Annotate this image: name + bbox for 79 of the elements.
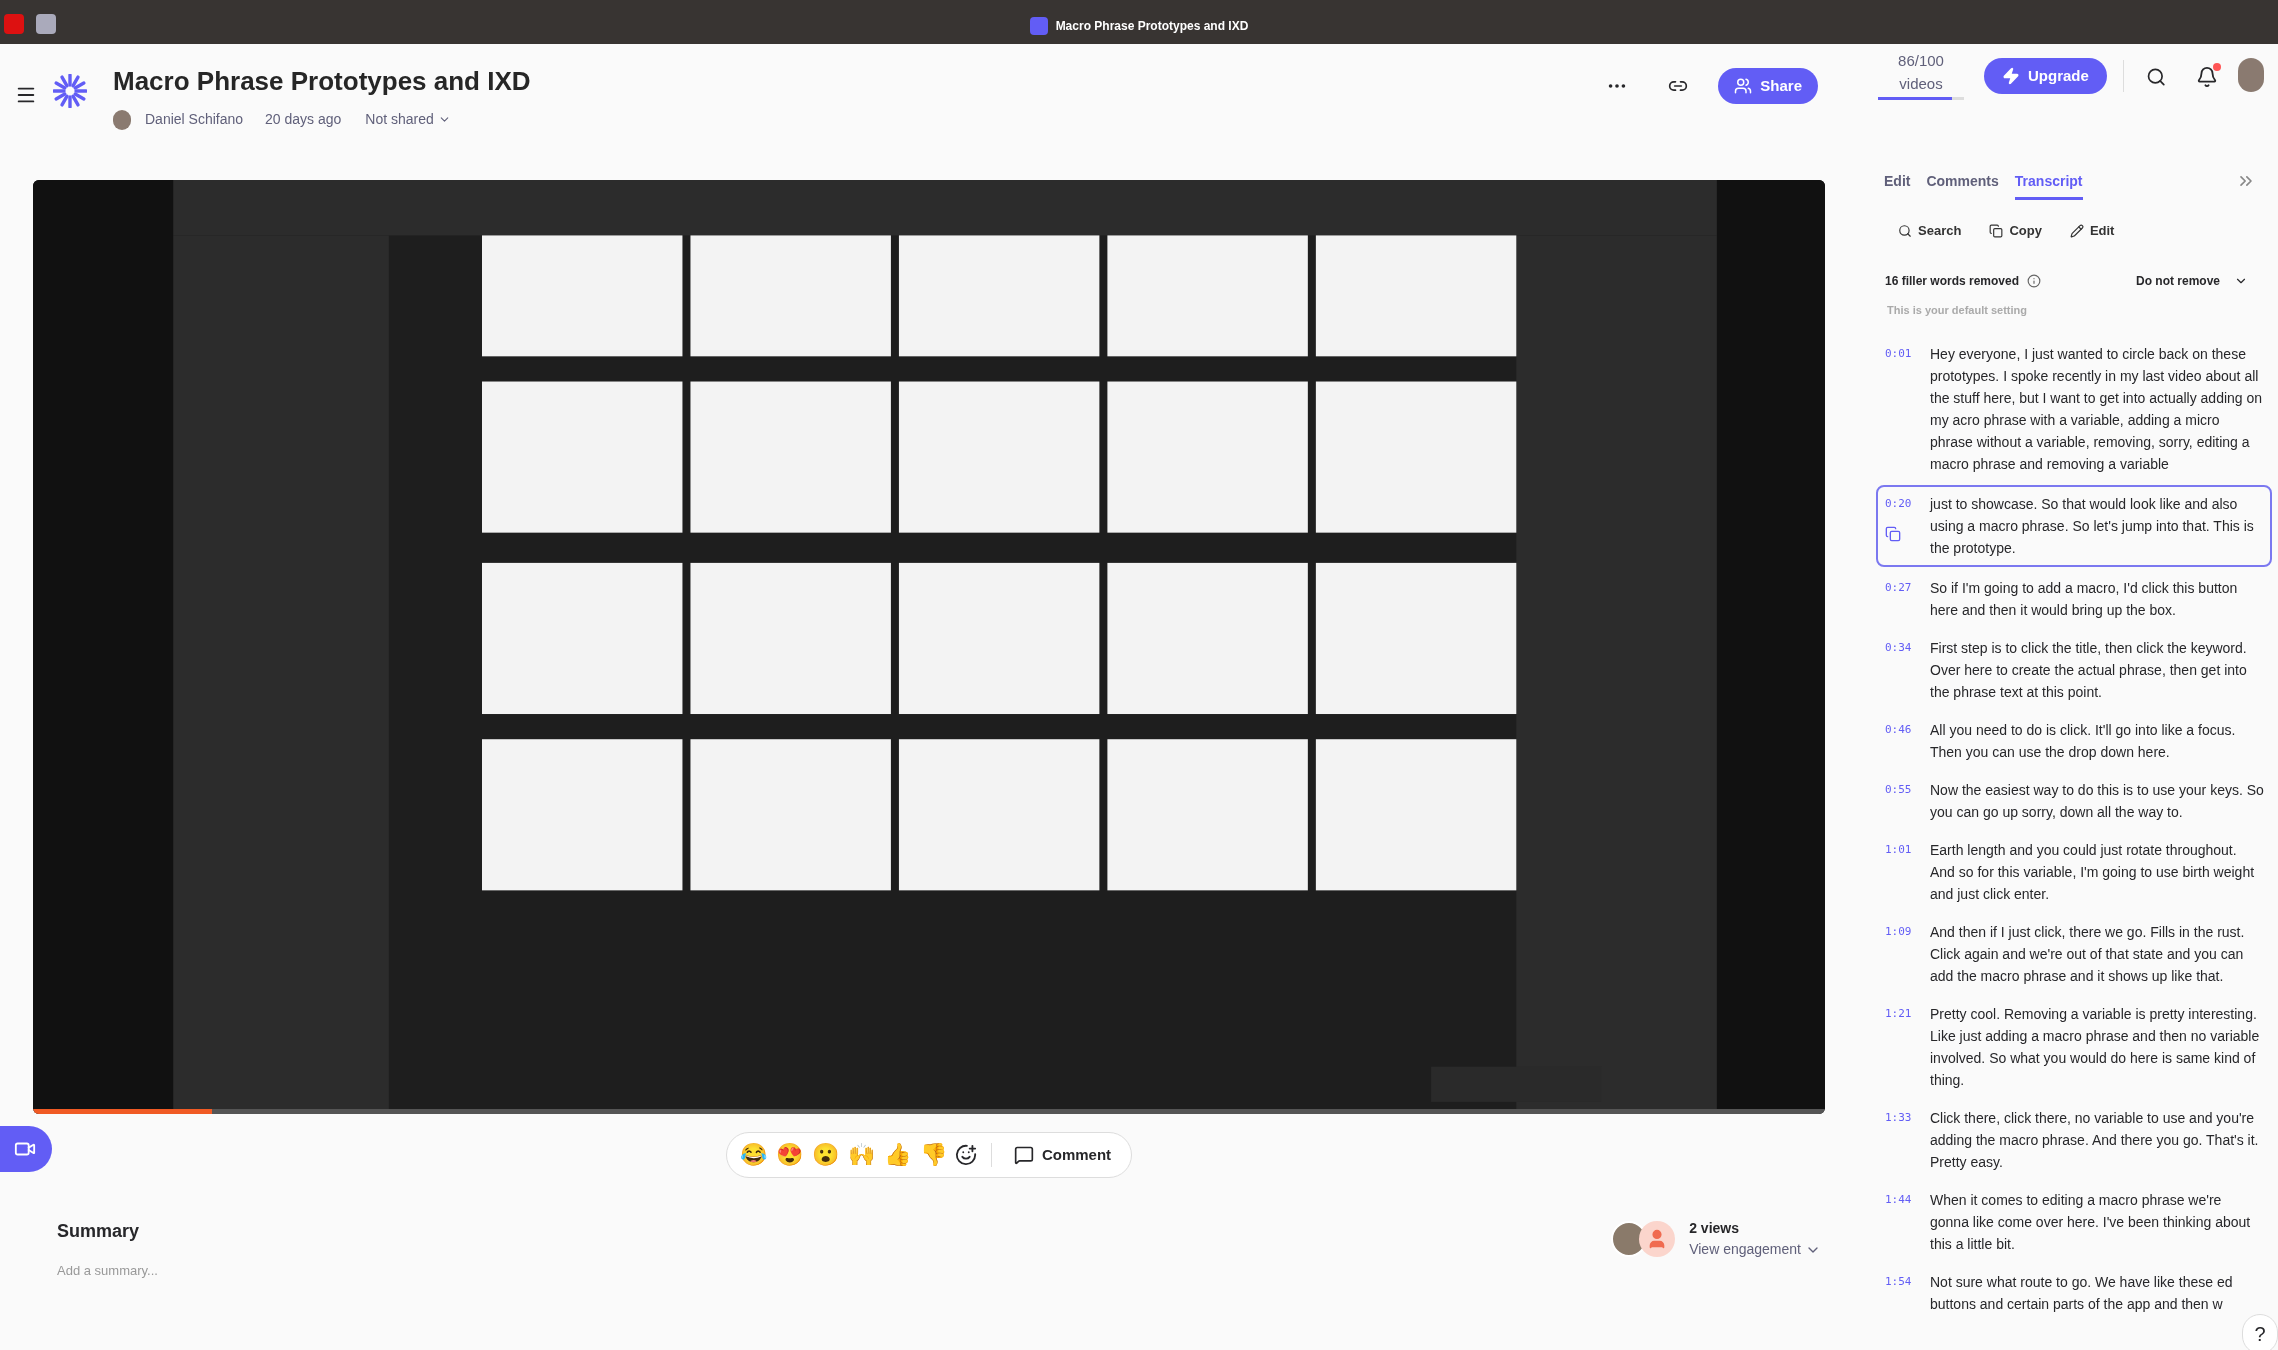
transcript-text: Not sure what route to go. We have like these ed bbox=[1930, 1272, 2233, 1292]
record-button[interactable] bbox=[0, 1126, 52, 1172]
app-icon[interactable] bbox=[36, 14, 56, 34]
transcript-segment[interactable]: 0:55 Now the easiest way to do this is to use your keys. So you can go up sorry, down all the way to. bbox=[1876, 776, 2272, 825]
engagement-dropdown[interactable]: View engagement bbox=[1689, 1239, 1821, 1260]
notification-icon[interactable] bbox=[2196, 66, 2219, 88]
transcript-segment[interactable]: 0:46 All you need to do is click. It'll go into like a focus. Then you can use the drop down here. bbox=[1876, 716, 2272, 765]
video-title: Macro Phrase Prototypes and IXD bbox=[113, 65, 531, 98]
author-avatar bbox=[113, 109, 131, 130]
speech-bubble-icon bbox=[1013, 1145, 1034, 1165]
transcript-text: Click there, click there, no variable to use and you're adding the macro phrase. And there you go. That's it. Pretty easy. bbox=[1930, 1108, 2260, 1172]
add-reaction-icon[interactable] bbox=[954, 1144, 977, 1166]
transcript-text: Hey everyone, I just wanted to circle back on these prototypes. I spoke recently in my last video about all the stuff here, but I want to get into actually adding on my acro phrase with a variable, adding a micro phrase without a variable, removing, sorry, editing a macro phrase and removing a variable bbox=[1930, 344, 2264, 474]
window-title: Macro Phrase Prototypes and IXD bbox=[1055, 18, 1249, 35]
timestamp[interactable]: 1:01 bbox=[1885, 841, 1930, 858]
user-avatar[interactable] bbox=[2238, 58, 2264, 92]
timestamp[interactable]: 0:20 bbox=[1885, 495, 1930, 512]
viewer-avatar bbox=[1639, 1221, 1676, 1257]
timestamp[interactable]: 1:09 bbox=[1885, 923, 1930, 940]
filler-label: 16 filler words removed bbox=[1885, 273, 2020, 290]
transcript-text: When it comes to editing a macro phrase we're gonna like come over here. I've been thinking about this a little bit. bbox=[1930, 1190, 2252, 1254]
comment-button[interactable]: Comment bbox=[1005, 1143, 1120, 1167]
transcript-action[interactable]: Copy bbox=[1989, 221, 2042, 241]
transcript-text: First step is to click the title, then click the keyword. Over here to create the actual phrase, then get into the phrase text at this point. bbox=[1930, 638, 2248, 702]
transcript-segment[interactable]: 1:09 And then if I just click, there we go. Fills in the rust. Click again and we're out of that state and you can add the macro phrase and it shows up like that. bbox=[1876, 918, 2272, 989]
people-icon bbox=[1734, 77, 1753, 95]
timestamp[interactable]: 0:55 bbox=[1885, 781, 1930, 798]
summary-title: Summary bbox=[57, 1220, 141, 1243]
timestamp[interactable]: 0:46 bbox=[1885, 721, 1930, 738]
lightning-icon bbox=[2002, 67, 2020, 85]
transcript-text: So if I'm going to add a macro, I'd click this button here and then it would bring up the box. bbox=[1930, 578, 2239, 620]
transcript-text: All you need to do is click. It'll go into like a focus. Then you can use the drop down here. bbox=[1930, 720, 2237, 762]
quota-count: 86/100 bbox=[1898, 51, 1944, 71]
timestamp[interactable]: 1:33 bbox=[1885, 1109, 1930, 1126]
filler-dropdown[interactable]: Do not remove bbox=[2136, 272, 2248, 290]
filler-note: This is your default setting bbox=[1886, 303, 2028, 318]
transcript-segment[interactable]: 0:20 just to showcase. So that would look like and also using a macro phrase. So let's jump into that. This is the prototype. bbox=[1876, 484, 2272, 567]
timestamp[interactable]: 0:27 bbox=[1885, 579, 1930, 596]
summary-field[interactable]: Add a summary... bbox=[57, 1261, 357, 1281]
timestamp[interactable]: 0:01 bbox=[1885, 345, 1930, 362]
upgrade-button[interactable]: Upgrade bbox=[1984, 58, 2107, 94]
transcript-segment[interactable]: 1:21 Pretty cool. Removing a variable is pretty interesting. Like just adding a macro phrase and then no variable involved. So what you would do here is same kind of thing. bbox=[1876, 1000, 2272, 1093]
search-icon[interactable] bbox=[2145, 66, 2167, 88]
author-name[interactable]: Daniel Schifano bbox=[145, 109, 244, 130]
copy-icon bbox=[1989, 224, 2004, 238]
transcript-action[interactable]: Search bbox=[1898, 221, 1962, 241]
search-icon bbox=[1898, 224, 1912, 238]
sharing-dropdown[interactable]: Not shared bbox=[365, 109, 451, 130]
pencil-icon bbox=[2069, 224, 2084, 238]
transcript-segment[interactable]: 1:54 Not sure what route to go. We have like these ed buttons and certain parts of the app and then w bbox=[1876, 1268, 2241, 1317]
panel-tab[interactable]: Edit bbox=[1884, 162, 1911, 200]
transcript-text: buttons and certain parts of the app and then w bbox=[1930, 1294, 2224, 1314]
transcript-segment[interactable]: 0:34 First step is to click the title, then click the keyword. Over here to create the actual phrase, then get into the phrase text at this point. bbox=[1876, 634, 2272, 705]
transcript-segment[interactable]: 1:33 Click there, click there, no variable to use and you're adding the macro phrase. And there you go. That's it. Pretty easy. bbox=[1876, 1104, 2272, 1175]
transcript-text: Now the easiest way to do this is to use your keys. So you can go up sorry, down all the way to. bbox=[1930, 780, 2264, 822]
timestamp[interactable]: 1:21 bbox=[1885, 1005, 1930, 1022]
transcript-text: just to showcase. So that would look like and also using a macro phrase. So let's jump into that. This is the prototype. bbox=[1930, 494, 2255, 558]
transcript-text: Earth length and you could just rotate throughout. And so for this variable, I'm going to use birth weight and just click enter. bbox=[1930, 840, 2256, 904]
timestamp[interactable]: 1:44 bbox=[1885, 1191, 1930, 1208]
share-button[interactable]: Share bbox=[1718, 68, 1818, 104]
transcript-text: Pretty cool. Removing a variable is pretty interesting. Like just adding a macro phrase and then no variable involved. So what you would do here is same kind of thing. bbox=[1930, 1004, 2261, 1090]
help-button[interactable]: ? bbox=[2242, 1314, 2278, 1350]
timestamp[interactable]: 1:54 bbox=[1885, 1273, 1930, 1290]
transcript-segment[interactable]: 0:27 So if I'm going to add a macro, I'd click this button here and then it would bring up the box. bbox=[1876, 574, 2272, 623]
copy-icon[interactable] bbox=[1885, 526, 1901, 542]
upload-age: 20 days ago bbox=[265, 110, 342, 129]
info-icon[interactable] bbox=[2027, 274, 2042, 288]
transcript-segment[interactable]: 1:44 When it comes to editing a macro phrase we're gonna like come over here. I've been thinking about this a little bit. bbox=[1876, 1186, 2272, 1257]
transcript-text: And then if I just click, there we go. Fills in the rust. Click again and we're out of that state and you can add the macro phrase and it shows up like that. bbox=[1930, 922, 2246, 986]
quota-unit: videos bbox=[1899, 73, 1943, 94]
logo-icon bbox=[53, 74, 87, 108]
timestamp[interactable]: 0:34 bbox=[1885, 639, 1930, 656]
progress-track[interactable] bbox=[33, 1109, 1825, 1114]
transcript-action[interactable]: Edit bbox=[2069, 221, 2115, 241]
panel-tab[interactable]: Transcript bbox=[2014, 162, 2083, 200]
view-count: 2 views bbox=[1689, 1219, 1740, 1238]
transcript-segment[interactable]: 1:01 Earth length and you could just rotate throughout. And so for this variable, I'm going to use birth weight and just click enter. bbox=[1876, 836, 2272, 907]
panel-tab[interactable]: Comments bbox=[1926, 162, 1999, 200]
app-icon bbox=[1029, 17, 1048, 35]
